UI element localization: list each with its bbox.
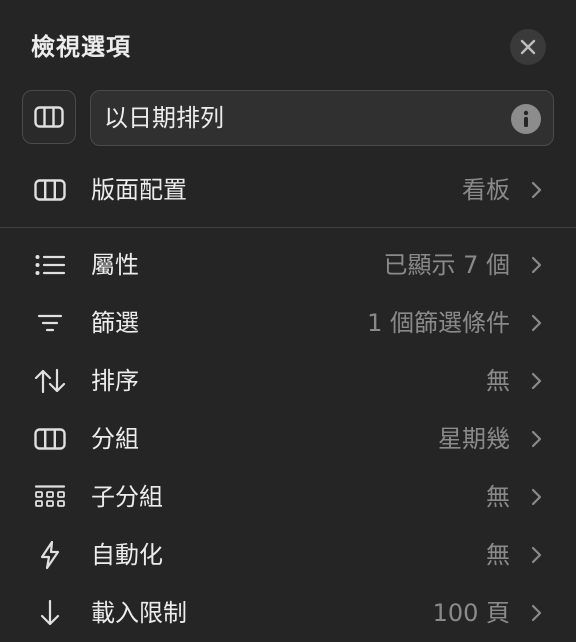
option-label: 自動化 [91, 541, 163, 569]
chevron-right-icon [526, 487, 546, 507]
view-options-panel: 檢視選項 以日期排列 版面配置 看板 屬性 已顯示 7 個 篩選 1 個篩選條件… [0, 0, 576, 642]
chevron-right-icon [526, 313, 546, 333]
option-label: 載入限制 [91, 599, 187, 627]
view-icon-button[interactable] [22, 90, 76, 144]
option-label: 分組 [91, 425, 139, 453]
panel-title: 檢視選項 [31, 33, 131, 61]
chevron-right-icon [526, 545, 546, 565]
close-icon [519, 38, 537, 56]
option-value: 無 [486, 367, 510, 395]
chevron-right-icon [526, 371, 546, 391]
chevron-right-icon [526, 603, 546, 623]
lightning-icon [32, 540, 68, 570]
option-row-properties[interactable]: 屬性 已顯示 7 個 [0, 236, 576, 294]
option-value: 1 個篩選條件 [367, 309, 510, 337]
panel-header: 檢視選項 [0, 0, 576, 90]
chevron-right-icon [526, 429, 546, 449]
option-value: 100 頁 [432, 599, 510, 627]
close-button[interactable] [510, 29, 546, 65]
chevron-right-icon [526, 255, 546, 275]
option-label: 屬性 [91, 251, 139, 279]
sub-group-icon [32, 482, 68, 512]
option-row-group[interactable]: 分組 星期幾 [0, 410, 576, 468]
option-row-sort[interactable]: 排序 無 [0, 352, 576, 410]
list-icon [32, 250, 68, 280]
columns-icon [32, 424, 68, 454]
layout-row[interactable]: 版面配置 看板 [0, 161, 576, 219]
sort-icon [32, 366, 68, 396]
option-row-automation[interactable]: 自動化 無 [0, 526, 576, 584]
option-value: 無 [486, 541, 510, 569]
view-name-value: 以日期排列 [104, 104, 224, 132]
arrow-down-icon [32, 598, 68, 628]
view-name-row: 以日期排列 [22, 90, 554, 146]
chevron-right-icon [526, 180, 546, 200]
layout-label: 版面配置 [91, 176, 187, 204]
section-divider [0, 227, 576, 228]
option-label: 篩選 [91, 309, 139, 337]
option-value: 星期幾 [438, 425, 510, 453]
layout-value: 看板 [462, 176, 510, 204]
option-value: 已顯示 7 個 [383, 251, 510, 279]
option-row-load-limit[interactable]: 載入限制 100 頁 [0, 584, 576, 642]
filter-icon [32, 308, 68, 338]
view-name-input[interactable]: 以日期排列 [90, 90, 554, 146]
option-label: 排序 [91, 367, 139, 395]
info-icon[interactable] [511, 104, 541, 134]
columns-icon [34, 106, 64, 128]
option-row-filter[interactable]: 篩選 1 個篩選條件 [0, 294, 576, 352]
columns-icon [32, 175, 68, 205]
option-row-sub-group[interactable]: 子分組 無 [0, 468, 576, 526]
option-label: 子分組 [91, 483, 163, 511]
option-value: 無 [486, 483, 510, 511]
